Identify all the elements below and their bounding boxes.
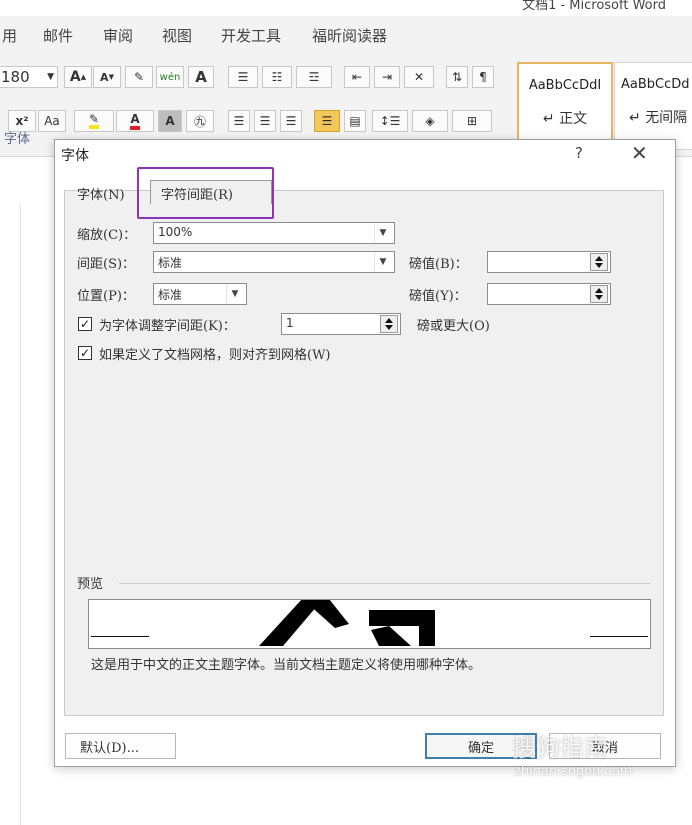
- preview-divider: [119, 583, 651, 584]
- kerning-label: 为字体调整字间距(K)：: [99, 319, 236, 334]
- chevron-down-icon: ▼: [374, 253, 391, 271]
- spacing-value: 标准: [158, 256, 183, 270]
- line-spacing-icon[interactable]: ↕☰: [372, 110, 408, 132]
- change-case-button[interactable]: Aa: [38, 110, 66, 132]
- style-name: ↵ 无间隔: [629, 110, 688, 126]
- style-no-spacing[interactable]: AaBbCcDd ↵ 无间隔: [614, 62, 692, 150]
- kerning-suffix: 磅或更大(O): [417, 319, 490, 334]
- chevron-down-icon: ▼: [374, 224, 391, 242]
- preview-box: [88, 599, 651, 649]
- align-left-icon[interactable]: ☰: [228, 110, 250, 132]
- shading-icon[interactable]: ◈: [412, 110, 448, 132]
- snap-grid-checkbox[interactable]: ✓: [78, 346, 92, 360]
- numbering-icon[interactable]: ☷: [262, 66, 292, 88]
- highlighter-icon: ✎: [88, 113, 100, 129]
- ribbon-tab-mailings[interactable]: 邮件: [43, 25, 73, 46]
- character-shading-icon[interactable]: A: [158, 110, 182, 132]
- chinese-layout-icon[interactable]: ✕: [404, 66, 434, 88]
- grow-font-button[interactable]: A ▲: [64, 66, 92, 88]
- increase-indent-icon[interactable]: ⇥: [374, 66, 400, 88]
- dialog-title: 字体: [61, 148, 89, 164]
- font-color-button[interactable]: A: [116, 110, 154, 132]
- ribbon-tab-review[interactable]: 审阅: [103, 25, 133, 46]
- ribbon-tab-view[interactable]: 视图: [162, 25, 192, 46]
- sort-icon[interactable]: ⇅: [446, 66, 468, 88]
- font-size-combobox[interactable]: 180 ▼: [0, 66, 58, 88]
- position-combobox[interactable]: 标准 ▼: [153, 283, 247, 305]
- tab-highlight-box: [137, 167, 274, 219]
- window-title: 文档1 - Microsoft Word: [522, 0, 666, 13]
- spinner-arrows-icon[interactable]: [380, 315, 398, 333]
- scale-label: 缩放(C)：: [77, 228, 137, 243]
- enclose-characters-icon[interactable]: ㊈: [186, 110, 214, 132]
- spacing-points-label: 磅值(B)：: [409, 257, 468, 272]
- spinner-arrows-icon[interactable]: [590, 285, 608, 303]
- title-bar: 文档1 - Microsoft Word: [0, 0, 692, 16]
- preview-baseline-left: [91, 636, 149, 637]
- kerning-checkbox[interactable]: ✓: [78, 317, 92, 331]
- distributed-icon[interactable]: ▤: [344, 110, 366, 132]
- scale-combobox[interactable]: 100% ▼: [153, 222, 395, 244]
- spinner-arrows-icon[interactable]: [590, 253, 608, 271]
- align-center-icon[interactable]: ☰: [254, 110, 276, 132]
- spacing-combobox[interactable]: 标准 ▼: [153, 251, 395, 273]
- preview-baseline-right: [590, 636, 648, 637]
- align-right-icon[interactable]: ☰: [280, 110, 302, 132]
- phonetic-guide-icon[interactable]: wén: [156, 66, 184, 88]
- preview-glyph-image: [259, 600, 435, 646]
- style-sample: AaBbCcDd: [621, 77, 690, 92]
- preview-label: 预览: [77, 577, 104, 592]
- bullets-icon[interactable]: ☰: [228, 66, 258, 88]
- position-value: 标准: [158, 288, 183, 302]
- ribbon-tab-developer[interactable]: 开发工具: [221, 25, 281, 46]
- position-points-spinner[interactable]: [487, 283, 611, 305]
- font-color-icon: A: [130, 112, 140, 130]
- spacing-points-spinner[interactable]: [487, 251, 611, 273]
- justify-icon[interactable]: ☰: [314, 110, 340, 132]
- decrease-indent-icon[interactable]: ⇤: [344, 66, 370, 88]
- ribbon-tab-foxit[interactable]: 福昕阅读器: [312, 25, 387, 46]
- ribbon-tab-partial[interactable]: 用: [2, 25, 17, 46]
- close-icon[interactable]: ✕: [631, 141, 648, 165]
- chevron-down-icon: ▼: [226, 285, 243, 303]
- style-normal[interactable]: AaBbCcDdI ↵ 正文: [517, 62, 613, 150]
- scale-value: 100%: [158, 225, 193, 239]
- watermark-text: 搜狗指南: [512, 734, 608, 762]
- text-highlight-button[interactable]: ✎: [74, 110, 114, 132]
- font-dialog: 字体 ? ✕ 字体(N) 字符间距(R) 缩放(C)： 100% ▼ 间距(S)…: [54, 139, 676, 767]
- borders-icon[interactable]: ⊞: [452, 110, 492, 132]
- show-marks-icon[interactable]: ¶: [472, 66, 494, 88]
- font-group-label: 字体: [4, 132, 31, 147]
- spacing-label: 间距(S)：: [77, 257, 136, 272]
- multilevel-list-icon[interactable]: ☲: [296, 66, 332, 88]
- watermark-url: zhinan.sogou.com: [514, 764, 633, 779]
- tab-font[interactable]: 字体(N): [77, 184, 125, 203]
- shrink-font-button[interactable]: A ▼: [93, 66, 121, 88]
- position-label: 位置(P)：: [77, 289, 135, 304]
- chevron-down-icon: ▼: [47, 72, 54, 82]
- preview-caption: 这是用于中文的正文主题字体。当前文档主题定义将使用哪种字体。: [91, 658, 482, 673]
- position-points-label: 磅值(Y)：: [409, 289, 467, 304]
- kerning-value: 1: [286, 316, 294, 330]
- kerning-spinner[interactable]: 1: [281, 313, 401, 335]
- help-icon[interactable]: ?: [575, 144, 583, 162]
- style-name: ↵ 正文: [542, 111, 588, 127]
- set-default-button[interactable]: 默认(D)...: [65, 733, 176, 759]
- snap-grid-label: 如果定义了文档网格，则对齐到网格(W): [99, 348, 331, 363]
- character-border-icon[interactable]: A: [188, 66, 214, 88]
- clear-formatting-icon[interactable]: ✎: [125, 66, 153, 88]
- style-sample: AaBbCcDdI: [528, 78, 602, 93]
- font-size-value: 180: [1, 68, 30, 86]
